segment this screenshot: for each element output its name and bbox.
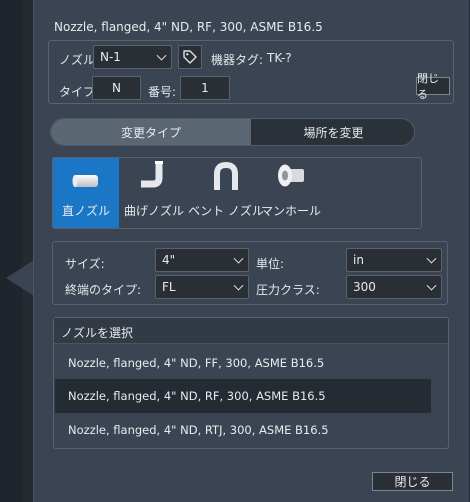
type-manhole[interactable]: マンホール [256, 158, 326, 222]
pressure-class-label: 圧力クラス: [256, 283, 320, 297]
end-type-label: 終端のタイプ: [65, 283, 142, 297]
pressure-class-select[interactable]: 300 [346, 275, 442, 299]
list-item[interactable]: Nozzle, flanged, 4" ND, FF, 300, ASME B1… [55, 346, 431, 380]
type-straight-nozzle[interactable]: 直ノズル [53, 158, 119, 228]
bent-nozzle-icon [141, 161, 163, 188]
size-value: 4" [162, 253, 176, 267]
number-field[interactable]: 1 [180, 76, 230, 100]
tag-icon [183, 50, 197, 64]
list-item-selected[interactable]: Nozzle, flanged, 4" ND, RF, 300, ASME B1… [55, 379, 431, 413]
chevron-down-icon [233, 280, 244, 291]
type-straight-label: 直ノズル [61, 204, 110, 218]
segment-change-type[interactable]: 変更タイプ [51, 119, 251, 145]
tag-value: TK-? [267, 51, 292, 65]
type-field[interactable]: N [92, 76, 141, 100]
size-label: サイズ: [65, 257, 105, 271]
chevron-down-icon [233, 253, 244, 264]
nozzle-select[interactable]: N-1 [93, 45, 172, 69]
type-vent-nozzle[interactable]: ベント ノズル [186, 158, 266, 222]
manhole-icon [278, 164, 304, 187]
chevron-down-icon [426, 253, 437, 264]
nozzle-list-header: ノズルを選択 [54, 318, 448, 344]
vent-nozzle-icon [214, 161, 238, 190]
type-vent-label: ベント ノズル [188, 204, 264, 218]
mode-segment: 変更タイプ 場所を変更 [50, 118, 415, 146]
end-type-value: FL [162, 280, 176, 294]
chevron-down-icon [156, 50, 167, 61]
tag-button[interactable] [178, 45, 202, 69]
unit-value: in [353, 253, 364, 267]
end-type-select[interactable]: FL [155, 275, 249, 299]
background-strip [0, 0, 22, 502]
segment-change-location[interactable]: 場所を変更 [251, 119, 414, 145]
nozzle-panel: Nozzle, flanged, 4" ND, RF, 300, ASME B1… [33, 0, 469, 502]
type-bent-nozzle[interactable]: 曲げノズル [122, 158, 186, 222]
type-manhole-label: マンホール [260, 204, 321, 218]
nozzle-select-value: N-1 [100, 50, 121, 64]
list-item[interactable]: Nozzle, flanged, 4" ND, RTJ, 300, ASME B… [55, 413, 431, 447]
tag-label: 機器タグ: [211, 53, 264, 67]
chevron-down-icon [426, 280, 437, 291]
size-select[interactable]: 4" [155, 248, 249, 272]
unit-select[interactable]: in [346, 248, 442, 272]
callout-pointer [6, 260, 34, 296]
straight-nozzle-icon [72, 175, 98, 187]
close-nozzle-button[interactable]: 閉じる [416, 72, 450, 101]
unit-label: 単位: [256, 257, 285, 271]
close-button[interactable]: 閉じる [372, 472, 453, 491]
pressure-class-value: 300 [353, 280, 376, 294]
type-bent-label: 曲げノズル [123, 204, 184, 218]
nozzle-list-header-label: ノズルを選択 [61, 326, 134, 340]
number-label: 番号: [148, 85, 177, 99]
panel-title: Nozzle, flanged, 4" ND, RF, 300, ASME B1… [54, 20, 323, 34]
